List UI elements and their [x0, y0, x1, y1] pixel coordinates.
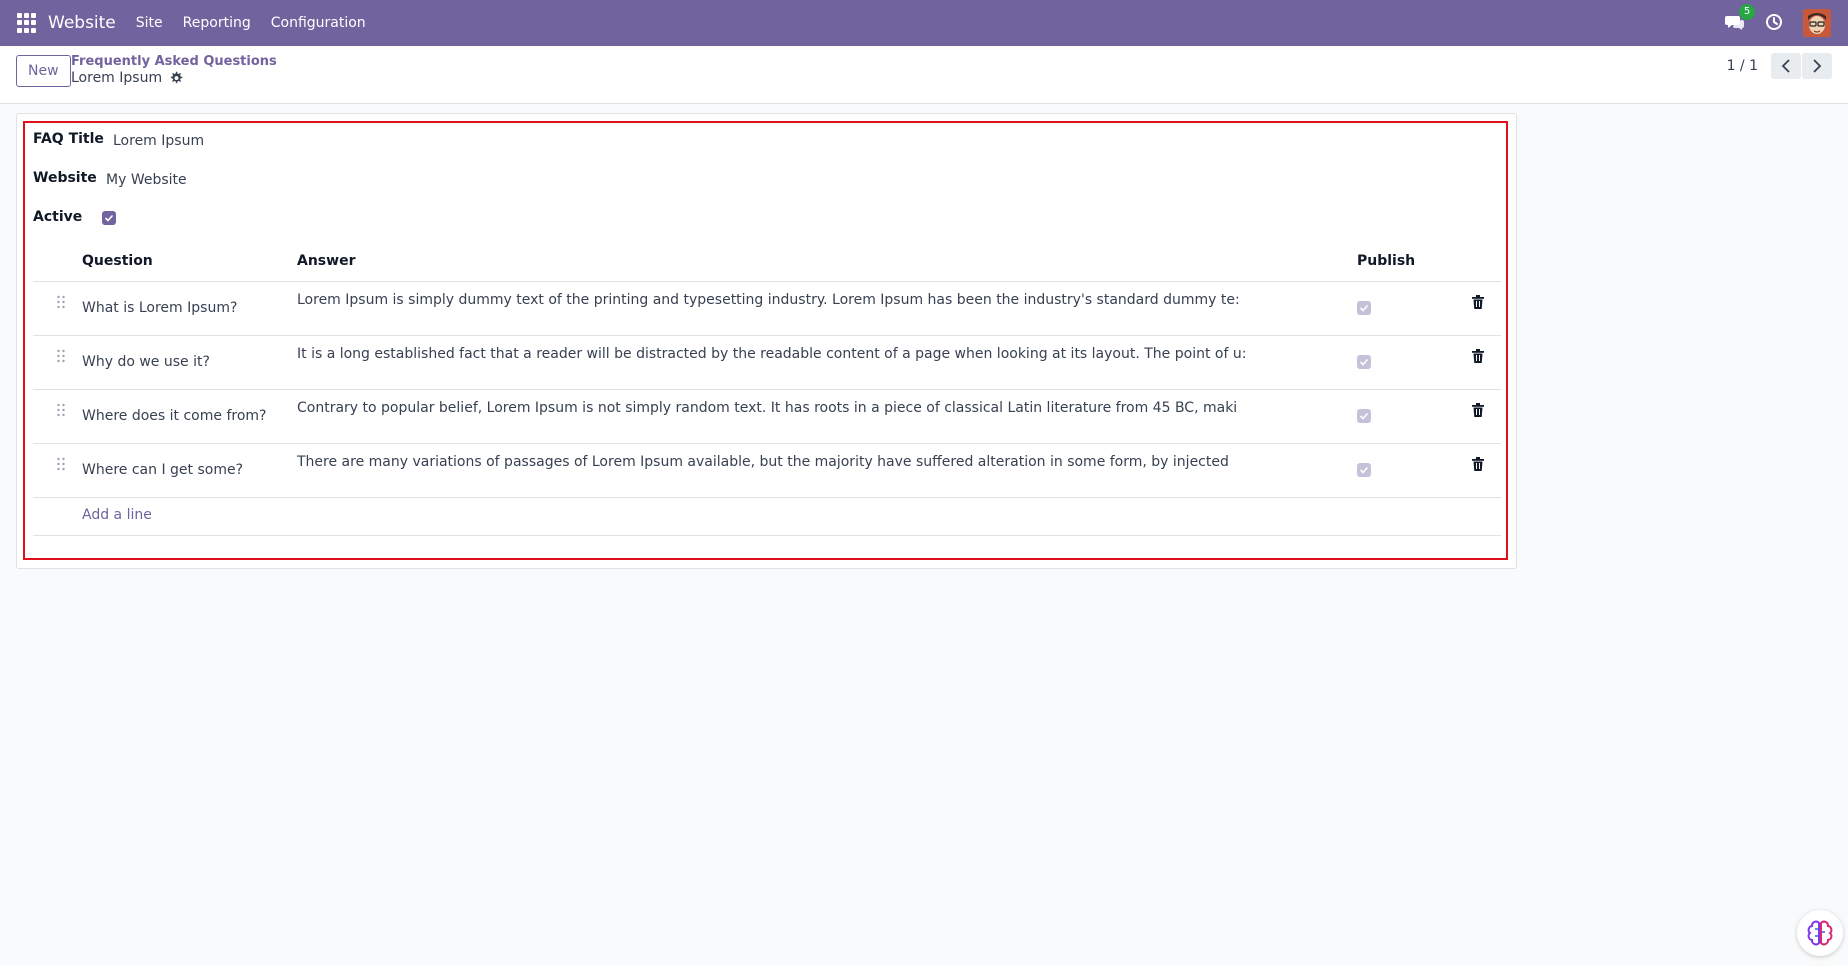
- row-answer[interactable]: Contrary to popular belief, Lorem Ipsum …: [297, 400, 1237, 416]
- gear-icon[interactable]: [169, 71, 183, 85]
- table-divider: [33, 535, 1501, 536]
- table-divider: [33, 335, 1501, 336]
- row-answer[interactable]: Lorem Ipsum is simply dummy text of the …: [297, 292, 1240, 308]
- top-navbar: Website Site Reporting Configuration 5: [0, 0, 1848, 46]
- check-icon: [1359, 466, 1369, 474]
- menu-configuration[interactable]: Configuration: [271, 15, 366, 31]
- pager-value[interactable]: 1 / 1: [1727, 58, 1758, 74]
- breadcrumb-parent[interactable]: Frequently Asked Questions: [71, 54, 277, 69]
- menu-reporting[interactable]: Reporting: [183, 15, 251, 31]
- trash-icon[interactable]: [1472, 349, 1484, 363]
- trash-icon[interactable]: [1472, 403, 1484, 417]
- publish-checkbox: [1357, 301, 1371, 315]
- publish-checkbox: [1357, 355, 1371, 369]
- drag-handle-icon[interactable]: [56, 349, 66, 363]
- faq-title-field[interactable]: Lorem Ipsum: [113, 133, 204, 149]
- avatar[interactable]: [1803, 9, 1831, 37]
- chat-count-badge: 5: [1739, 4, 1755, 20]
- pager-previous-button[interactable]: [1771, 53, 1801, 79]
- row-question[interactable]: What is Lorem Ipsum?: [82, 300, 237, 316]
- row-answer[interactable]: There are many variations of passages of…: [297, 454, 1229, 470]
- menu-site[interactable]: Site: [136, 15, 163, 31]
- check-icon: [104, 214, 114, 222]
- trash-icon[interactable]: [1472, 295, 1484, 309]
- column-header-question[interactable]: Question: [82, 253, 153, 269]
- publish-checkbox: [1357, 409, 1371, 423]
- active-checkbox[interactable]: [102, 211, 116, 225]
- table-divider: [33, 389, 1501, 390]
- chat-icon[interactable]: 5: [1725, 4, 1755, 34]
- brain-icon: [1807, 920, 1833, 946]
- website-label: Website: [33, 170, 97, 186]
- pager-next-button[interactable]: [1802, 53, 1832, 79]
- drag-handle-icon[interactable]: [56, 403, 66, 417]
- check-icon: [1359, 358, 1369, 366]
- chevron-right-icon: [1813, 59, 1822, 73]
- faq-title-label: FAQ Title: [33, 131, 104, 147]
- ai-assistant-button[interactable]: [1797, 910, 1843, 956]
- website-field[interactable]: My Website: [106, 172, 187, 188]
- table-divider: [33, 281, 1501, 282]
- row-question[interactable]: Where can I get some?: [82, 462, 243, 478]
- drag-handle-icon[interactable]: [56, 457, 66, 471]
- check-icon: [1359, 304, 1369, 312]
- column-header-publish[interactable]: Publish: [1357, 253, 1415, 269]
- add-line-link[interactable]: Add a line: [82, 507, 152, 523]
- breadcrumb-current: Lorem Ipsum: [71, 70, 163, 86]
- row-answer[interactable]: It is a long established fact that a rea…: [297, 346, 1246, 362]
- column-header-answer[interactable]: Answer: [297, 253, 355, 269]
- app-brand[interactable]: Website: [48, 13, 116, 33]
- breadcrumb: Lorem Ipsum: [71, 70, 183, 86]
- publish-checkbox: [1357, 463, 1371, 477]
- drag-handle-icon[interactable]: [56, 295, 66, 309]
- clock-icon[interactable]: [1765, 13, 1785, 33]
- table-divider: [33, 443, 1501, 444]
- row-question[interactable]: Why do we use it?: [82, 354, 210, 370]
- check-icon: [1359, 412, 1369, 420]
- control-panel: New Frequently Asked Questions Lorem Ips…: [0, 46, 1848, 104]
- active-label: Active: [33, 209, 83, 225]
- row-question[interactable]: Where does it come from?: [82, 408, 266, 424]
- table-divider: [33, 497, 1501, 498]
- navbar-systray: 5: [1725, 0, 1848, 46]
- new-button[interactable]: New: [16, 55, 71, 87]
- apps-grid-icon[interactable]: [17, 13, 37, 33]
- chevron-left-icon: [1781, 59, 1790, 73]
- highlight-box: [23, 121, 1508, 560]
- trash-icon[interactable]: [1472, 457, 1484, 471]
